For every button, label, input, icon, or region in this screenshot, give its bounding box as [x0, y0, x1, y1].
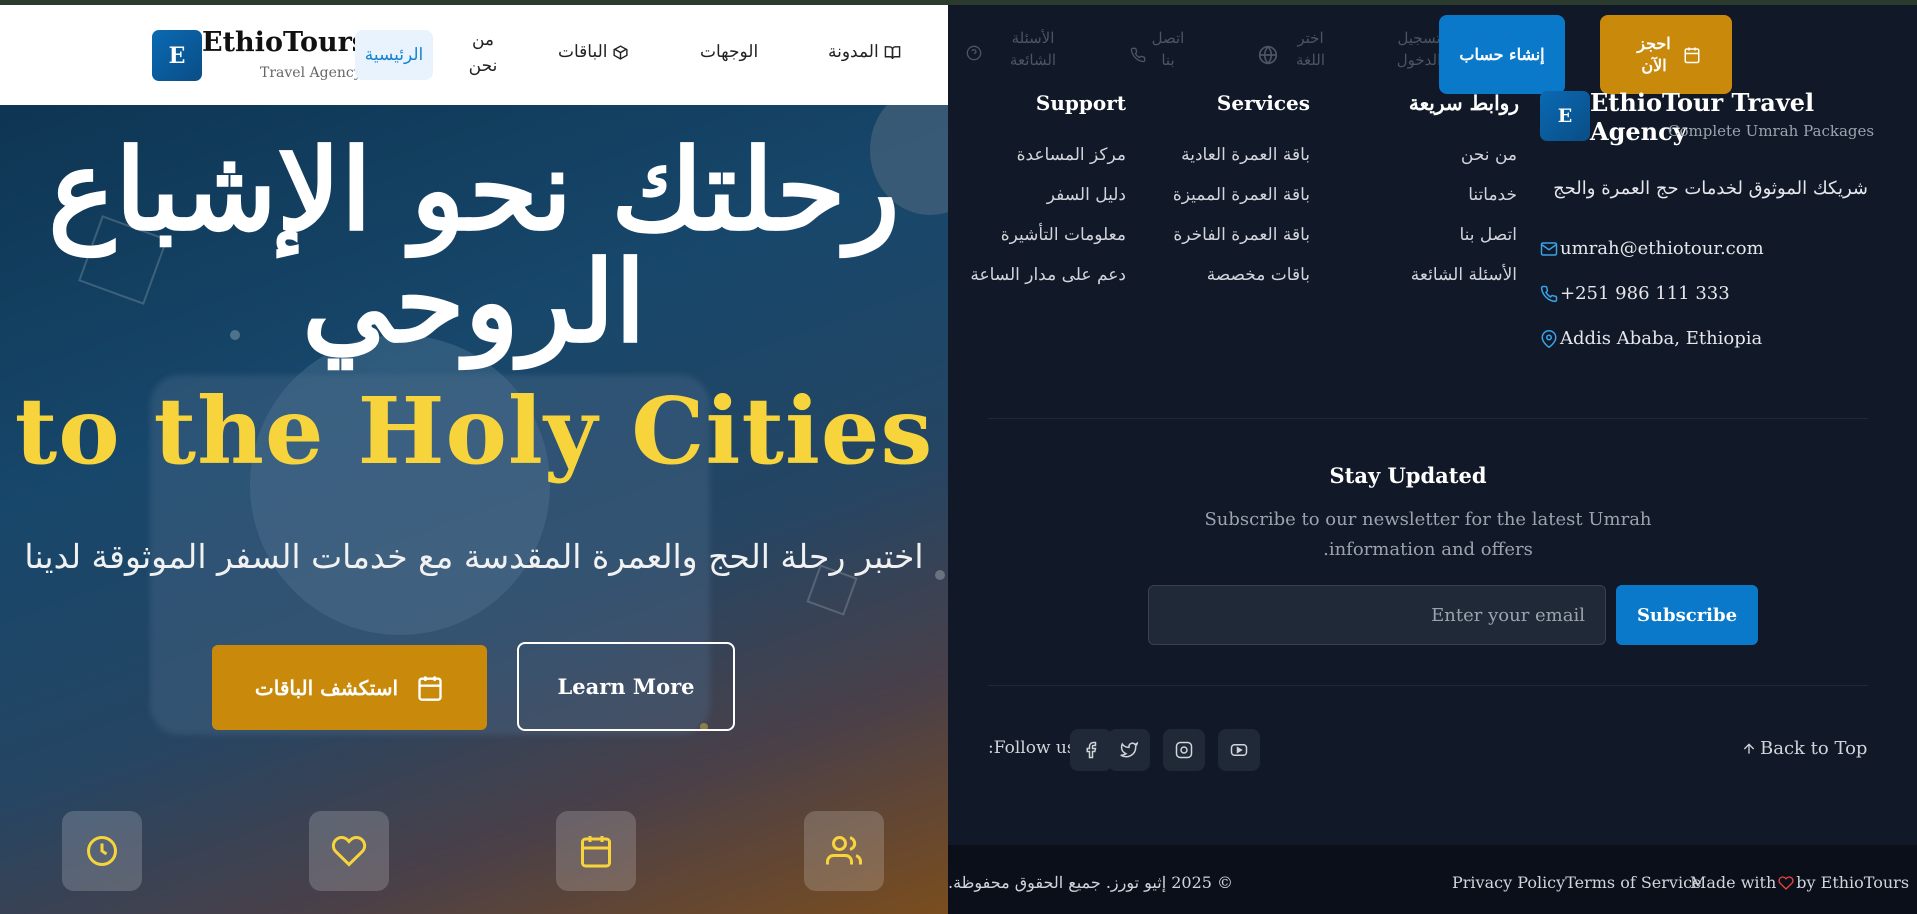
- hero-title-english: to the Holy Cities: [14, 377, 934, 485]
- signup-button[interactable]: إنشاء حساب: [1439, 15, 1565, 94]
- brand-logo[interactable]: E: [152, 30, 202, 81]
- facebook-link[interactable]: [1070, 729, 1112, 771]
- brand-name[interactable]: EthioTours: [202, 27, 367, 58]
- nav-packages-link[interactable]: الباقات: [558, 42, 629, 62]
- hero-subtitle: اختبر رحلة الحج والعمرة المقدسة مع خدمات…: [24, 537, 924, 576]
- service-link-item[interactable]: باقة العمرة المميزة: [1173, 185, 1310, 205]
- quick-link-item[interactable]: الأسئلة الشائعة: [1411, 265, 1517, 285]
- heart-icon: [1778, 875, 1794, 891]
- services-heading: Services: [1216, 91, 1310, 115]
- globe-icon: [1258, 45, 1278, 65]
- footer-divider: [988, 418, 1868, 419]
- users-icon: [826, 833, 862, 869]
- newsletter-description: Subscribe to our newsletter for the late…: [1204, 509, 1652, 560]
- contact-email[interactable]: umrah@ethiotour.com: [1540, 238, 1764, 259]
- help-circle-icon: [966, 45, 982, 61]
- book-open-icon: [883, 44, 902, 61]
- support-link-item[interactable]: معلومات التأشيرة: [1001, 225, 1126, 245]
- book-now-label: احجز الآن: [1637, 33, 1671, 75]
- site-footer: الأسئلة الشائعة اتصل بنا اختر اللغة تسجي…: [948, 5, 1917, 914]
- facebook-icon: [1082, 741, 1100, 759]
- nav-contact-link[interactable]: اتصل بنا: [1148, 27, 1188, 71]
- nav-blog-label: المدونة: [828, 42, 879, 62]
- support-heading: Support: [1035, 91, 1126, 115]
- brand-tagline: Travel Agency: [260, 65, 362, 81]
- service-link-item[interactable]: باقة العمرة الفاخرة: [1173, 225, 1310, 245]
- legal-links: Privacy Policy Terms of Service: [1452, 873, 1702, 892]
- nav-destinations-link[interactable]: الوجهات: [700, 42, 758, 62]
- feature-badge: [804, 811, 884, 891]
- follow-us-label: Follow us:: [988, 738, 1076, 758]
- top-navbar: E EthioTours Travel Agency الرئيسية من ن…: [0, 5, 948, 105]
- window-top-border: [0, 0, 1917, 5]
- made-with-label: Made with: [1690, 873, 1777, 892]
- nav-faq-link[interactable]: الأسئلة الشائعة: [1003, 27, 1063, 71]
- newsletter-title: Stay Updated: [1329, 463, 1487, 488]
- back-to-top-label: Back to Top: [1760, 738, 1868, 759]
- nav-blog-link[interactable]: المدونة: [828, 42, 902, 62]
- support-link-item[interactable]: مركز المساعدة: [1017, 145, 1126, 165]
- made-by-label: by EthioTours: [1796, 873, 1910, 892]
- nav-home-link[interactable]: الرئيسية: [355, 30, 433, 80]
- footer-logo: E: [1540, 91, 1590, 141]
- hero-banner: رحلتك نحو الإشباع الروحي to the Holy Cit…: [0, 85, 948, 914]
- contact-address: Addis Ababa, Ethiopia: [1540, 328, 1762, 349]
- youtube-icon: [1230, 741, 1248, 759]
- quick-link-item[interactable]: اتصل بنا: [1459, 225, 1517, 245]
- privacy-policy-link[interactable]: Privacy Policy: [1452, 873, 1565, 892]
- language-selector[interactable]: اختر اللغة: [1288, 27, 1333, 71]
- footer-description: شريكك الموثوق لخدمات حج العمرة والحج: [1553, 178, 1868, 199]
- map-pin-icon: [1540, 329, 1558, 348]
- calendar-icon: [578, 833, 614, 869]
- service-link-item[interactable]: باقات مخصصة: [1207, 265, 1310, 285]
- explore-packages-label: استكشف الباقات: [254, 675, 399, 700]
- contact-phone-text: +251 986 111 333: [1560, 283, 1730, 304]
- quick-links-heading: روابط سريعة: [1408, 91, 1519, 115]
- feature-badge: [556, 811, 636, 891]
- newsletter-email-input[interactable]: [1148, 585, 1606, 645]
- twitter-link[interactable]: [1108, 729, 1150, 771]
- arrow-up-icon: [1741, 741, 1757, 757]
- contact-email-text: umrah@ethiotour.com: [1560, 238, 1764, 259]
- support-link-item[interactable]: دعم على مدار الساعة: [970, 265, 1126, 285]
- made-with-credit: Made with by EthioTours: [1690, 873, 1909, 892]
- service-link-item[interactable]: باقة العمرة العادية: [1181, 145, 1310, 165]
- support-link-item[interactable]: دليل السفر: [1047, 185, 1126, 205]
- footer-agency-tagline: Complete Umrah Packages: [1668, 122, 1875, 140]
- contact-phone[interactable]: +251 986 111 333: [1540, 283, 1730, 304]
- mail-icon: [1540, 240, 1558, 258]
- hero-section: رحلتك نحو الإشباع الروحي to the Holy Cit…: [0, 5, 948, 914]
- book-now-button[interactable]: احجز الآن: [1600, 15, 1732, 94]
- phone-icon: [1540, 285, 1558, 303]
- explore-packages-button[interactable]: استكشف الباقات: [212, 645, 487, 730]
- instagram-icon: [1175, 741, 1193, 759]
- calendar-icon: [416, 674, 444, 702]
- learn-more-button[interactable]: Learn More: [517, 642, 735, 731]
- youtube-link[interactable]: [1218, 729, 1260, 771]
- terms-of-service-link[interactable]: Terms of Service: [1565, 873, 1701, 892]
- nav-about-link[interactable]: من نحن: [463, 27, 503, 79]
- instagram-link[interactable]: [1163, 729, 1205, 771]
- nav-packages-label: الباقات: [558, 42, 608, 62]
- twitter-icon: [1120, 741, 1138, 759]
- calendar-icon: [1683, 46, 1701, 64]
- contact-address-text: Addis Ababa, Ethiopia: [1560, 328, 1763, 349]
- subscribe-button[interactable]: Subscribe: [1616, 585, 1758, 645]
- quick-link-item[interactable]: من نحن: [1461, 145, 1517, 165]
- copyright-text: © 2025 إثيو تورز. جميع الحقوق محفوظة.: [948, 873, 1234, 892]
- back-to-top-link[interactable]: Back to Top: [1741, 738, 1867, 759]
- heart-icon: [331, 833, 367, 869]
- hero-title-arabic: رحلتك نحو الإشباع الروحي: [48, 125, 900, 368]
- quick-link-item[interactable]: خدماتنا: [1468, 185, 1517, 205]
- phone-icon: [1130, 47, 1146, 63]
- clock-icon: [84, 833, 120, 869]
- package-icon: [612, 44, 629, 61]
- footer-divider: [988, 685, 1868, 686]
- feature-badge: [62, 811, 142, 891]
- feature-badge: [309, 811, 389, 891]
